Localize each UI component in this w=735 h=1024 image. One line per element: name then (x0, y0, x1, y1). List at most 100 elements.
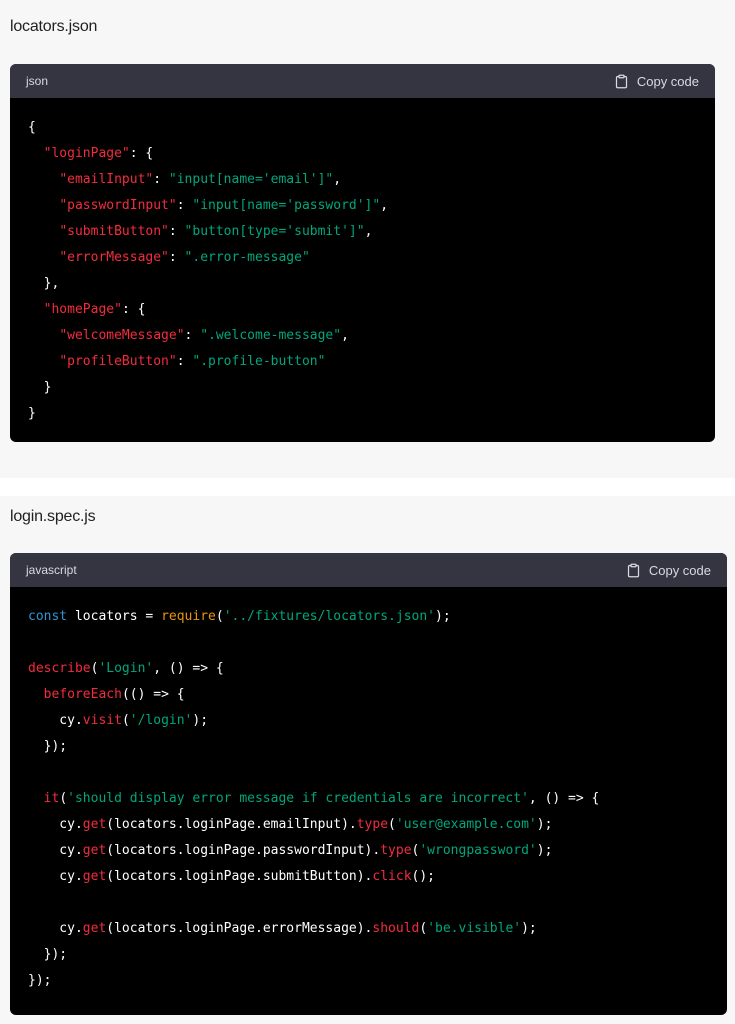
code-line: "errorMessage": ".error-message" (28, 245, 715, 271)
code-token: "input[name='email']" (168, 172, 334, 187)
code-token: '/login' (129, 713, 193, 728)
code-token: const (28, 609, 68, 624)
code-token: ( (419, 921, 428, 936)
code-token: : (184, 328, 201, 343)
code-token: : (168, 250, 185, 265)
code-token: }, (28, 276, 60, 291)
code-line: "profileButton": ".profile-button" (28, 349, 715, 375)
language-label: json (26, 74, 49, 88)
code-token: "emailInput" (59, 172, 154, 187)
code-token: "welcomeMessage" (59, 328, 185, 343)
code-token: click (372, 869, 412, 884)
code-token: cy. (28, 921, 83, 936)
code-line: it('should display error message if cred… (28, 786, 727, 812)
code-token: , (364, 224, 373, 239)
code-line: cy.get(locators.loginPage.emailInput).ty… (28, 812, 727, 838)
copy-code-button[interactable]: Copy code (626, 563, 711, 578)
code-token: : { (121, 302, 146, 317)
code-token: get (82, 869, 107, 884)
code-token: , (380, 198, 389, 213)
code-token: ); (435, 609, 451, 624)
code-content: const locators = require('../fixtures/lo… (10, 587, 727, 994)
code-token: cy. (28, 843, 83, 858)
code-token: cy. (28, 817, 83, 832)
code-line: cy.get(locators.loginPage.submitButton).… (28, 864, 727, 890)
code-token: ); (521, 921, 537, 936)
file-title: login.spec.js (10, 508, 96, 525)
code-token: "passwordInput" (59, 198, 177, 213)
code-header: javascript Copy code (10, 553, 727, 587)
code-token: "submitButton" (59, 224, 169, 239)
code-token: , () => { (153, 661, 224, 676)
code-token: , (341, 328, 349, 343)
file-title: locators.json (10, 18, 98, 35)
code-line: beforeEach(() => { (28, 682, 727, 708)
code-token: ( (215, 609, 224, 624)
code-line: cy.get(locators.loginPage.passwordInput)… (28, 838, 727, 864)
copy-code-label: Copy code (648, 562, 711, 578)
code-line: cy.visit('/login'); (28, 708, 727, 734)
code-token: }); (28, 973, 52, 988)
code-token: (locators.loginPage.submitButton). (106, 869, 373, 884)
code-block: javascript Copy code const locators = re… (10, 553, 727, 1015)
code-token: { (28, 120, 36, 135)
code-token: cy. (28, 869, 83, 884)
code-token: 'wrongpassword' (419, 843, 537, 858)
code-token: 'user@example.com' (395, 817, 537, 832)
code-token: : (176, 198, 193, 213)
code-token: "errorMessage" (59, 250, 169, 265)
code-token: should (372, 921, 420, 936)
code-token: (locators.loginPage.emailInput). (106, 817, 357, 832)
code-token: (locators.loginPage.errorMessage). (106, 921, 373, 936)
code-token: get (82, 843, 107, 858)
code-token: , () => { (528, 791, 600, 806)
code-content: { "loginPage": { "emailInput": "input[na… (10, 98, 715, 427)
code-line: }); (28, 942, 727, 968)
code-token: ".profile-button" (192, 354, 326, 369)
code-token: cy. (28, 713, 83, 728)
code-token: : (168, 224, 185, 239)
code-token: beforeEach (43, 687, 122, 702)
code-token: ( (59, 791, 68, 806)
copy-code-button[interactable]: Copy code (614, 74, 699, 89)
code-line: "loginPage": { (28, 141, 715, 167)
code-token: }); (28, 947, 68, 962)
code-header: json Copy code (10, 64, 715, 98)
section-divider (0, 478, 735, 496)
code-line: "submitButton": "button[type='submit']", (28, 219, 715, 245)
code-token: '../fixtures/locators.json' (223, 609, 436, 624)
code-line: "emailInput": "input[name='email']", (28, 167, 715, 193)
code-line: "homePage": { (28, 297, 715, 323)
code-token: type (380, 843, 412, 858)
code-token: , (333, 172, 342, 187)
code-token: "input[name='password']" (192, 198, 381, 213)
code-line: cy.get(locators.loginPage.errorMessage).… (28, 916, 727, 942)
code-section-login-spec: login.spec.js javascript Copy code const… (0, 496, 735, 1024)
code-token: } (28, 380, 52, 395)
code-line: }); (28, 968, 727, 994)
code-line: } (28, 375, 715, 401)
code-line: }); (28, 734, 727, 760)
code-line: { (28, 115, 715, 141)
code-token: ( (121, 713, 130, 728)
code-token: type (356, 817, 389, 832)
code-line: }, (28, 271, 715, 297)
code-token: visit (82, 713, 122, 728)
code-token: get (82, 921, 107, 936)
code-token: : { (129, 146, 154, 161)
code-token: 'be.visible' (427, 921, 522, 936)
code-token: ".welcome-message" (200, 328, 342, 343)
code-token: it (43, 791, 60, 806)
code-line: "welcomeMessage": ".welcome-message", (28, 323, 715, 349)
clipboard-icon (627, 563, 639, 577)
language-label: javascript (26, 563, 77, 577)
code-token: "homePage" (43, 302, 122, 317)
